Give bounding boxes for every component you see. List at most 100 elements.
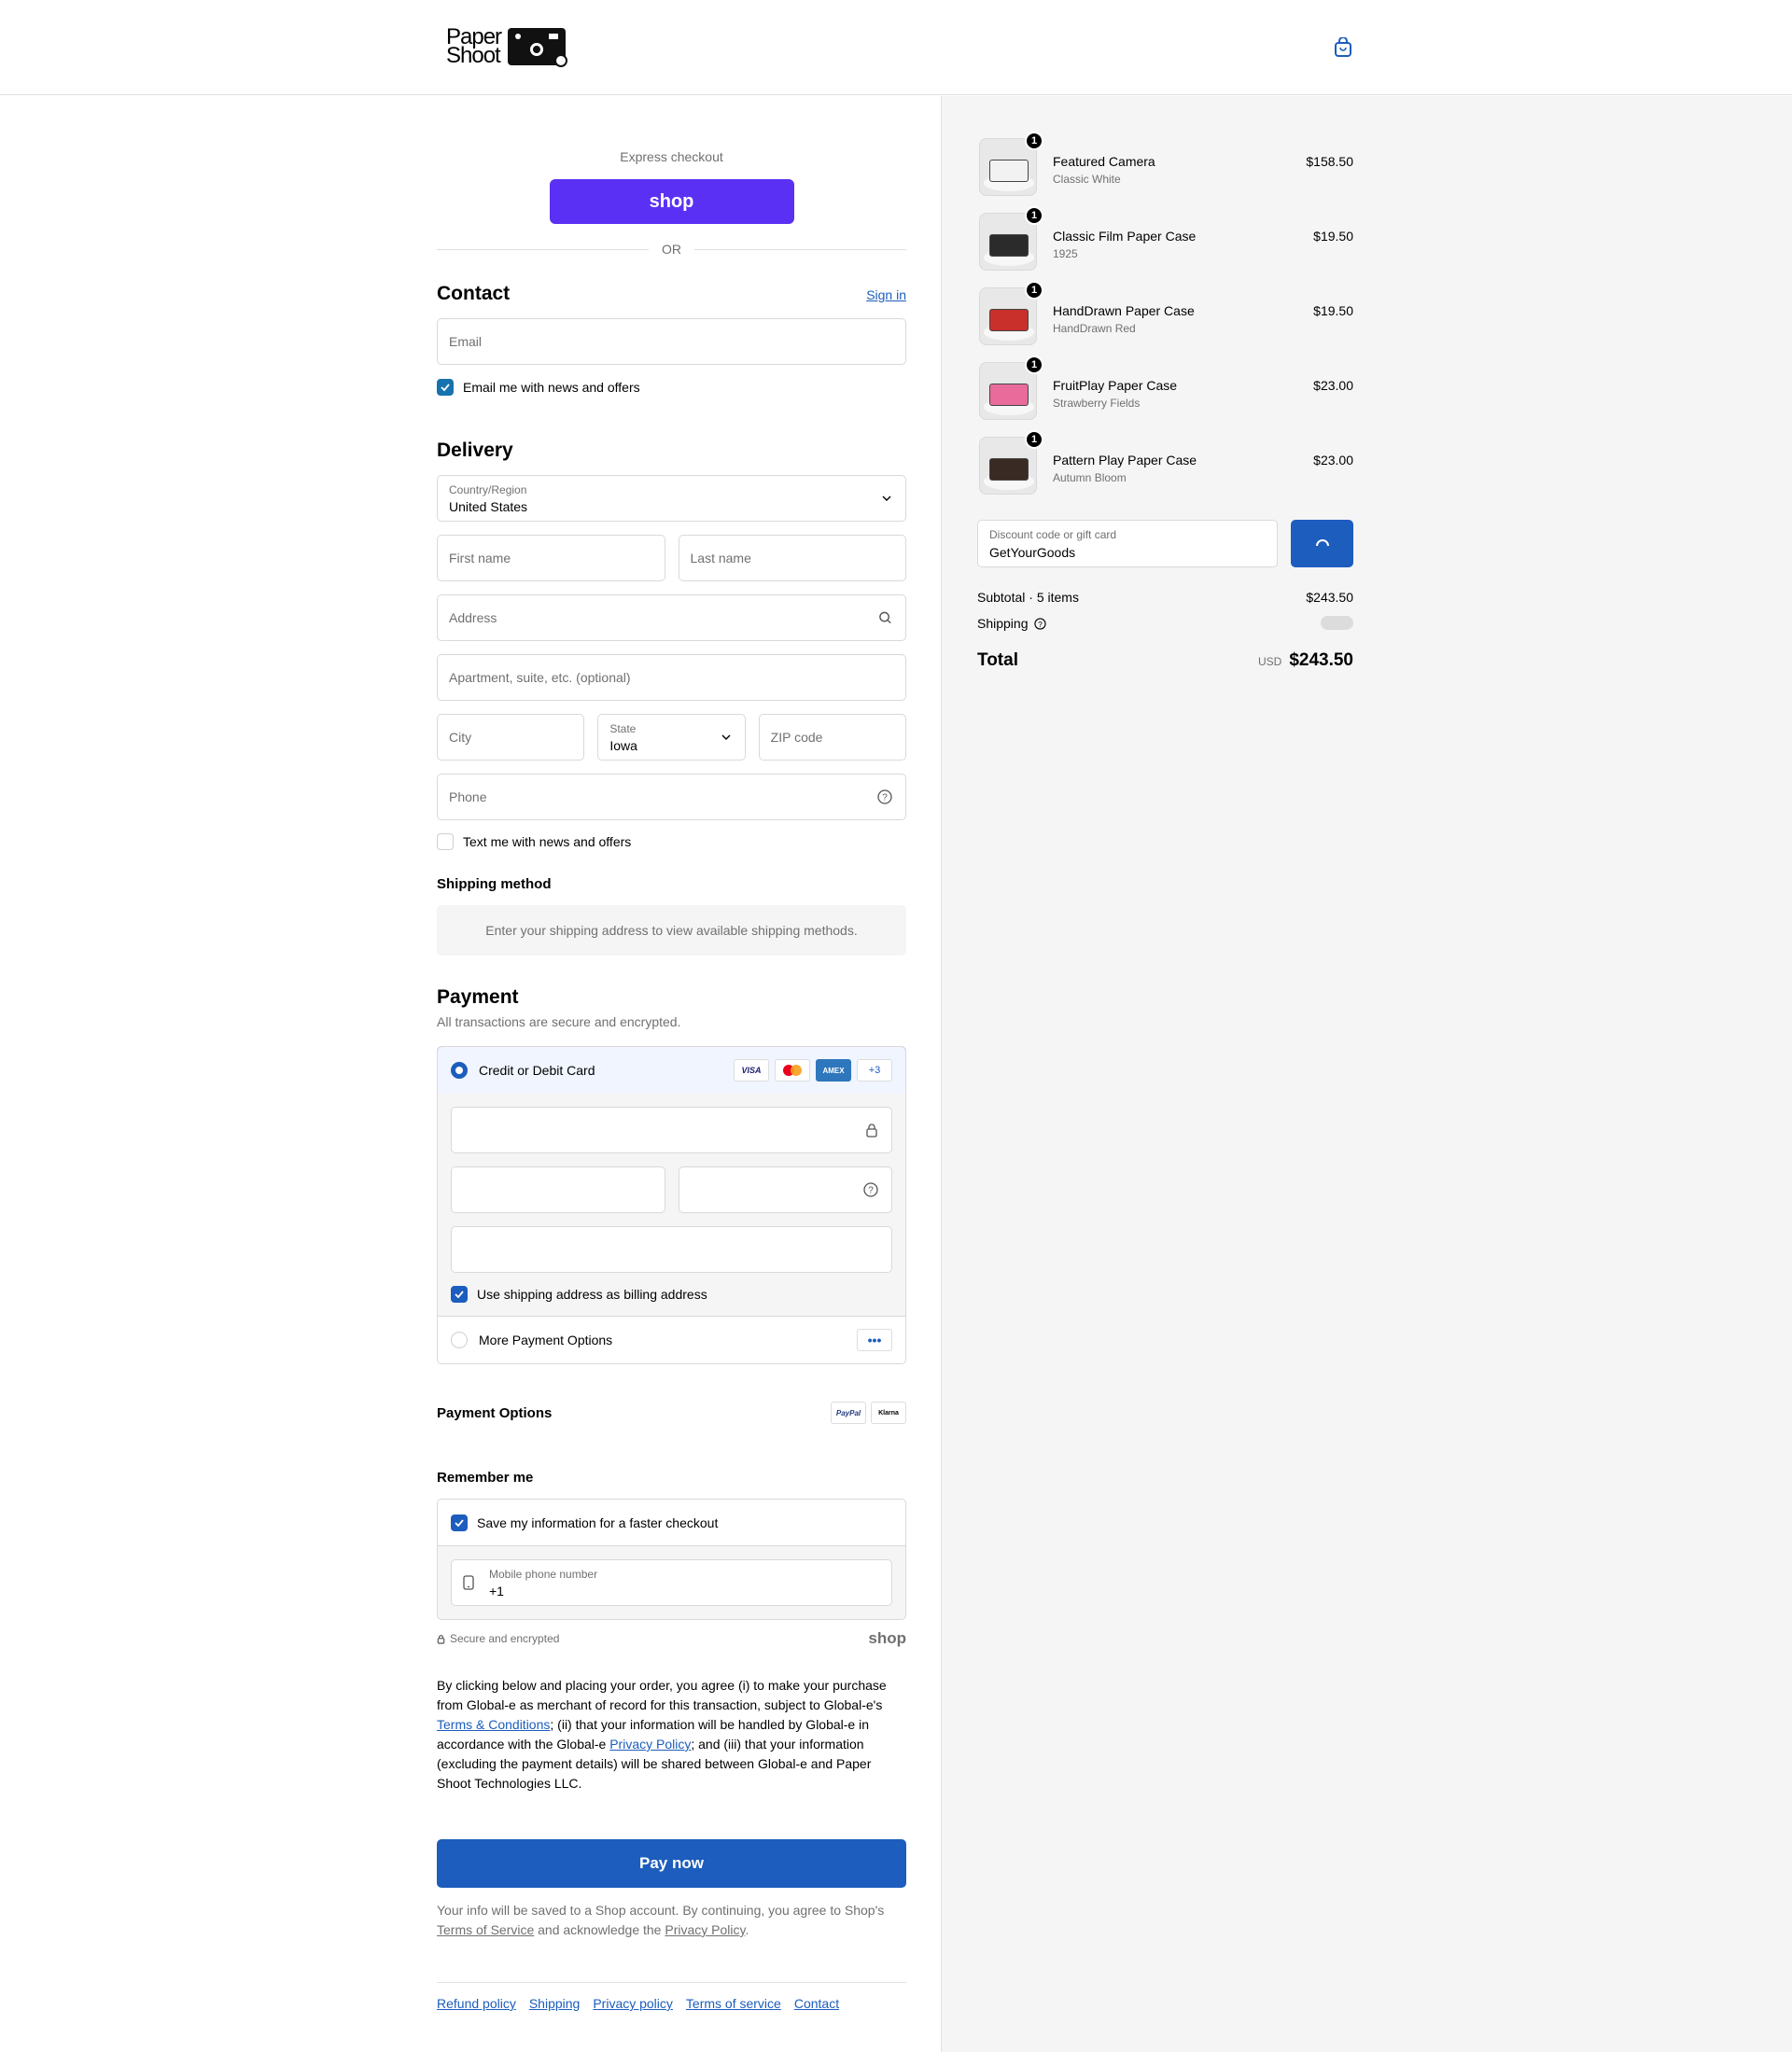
or-divider: OR xyxy=(437,242,906,257)
phone-field[interactable]: Phone ? xyxy=(437,774,906,820)
checkout-form: Express checkout shop OR Contact Sign in… xyxy=(437,96,906,2011)
billing-checkbox[interactable] xyxy=(451,1286,468,1303)
help-circle-icon[interactable]: ? xyxy=(863,1182,878,1197)
mobile-phone-icon xyxy=(463,1575,474,1590)
product-variant: 1925 xyxy=(1053,247,1078,260)
city-placeholder: City xyxy=(449,730,472,745)
paper-shoot-logo[interactable]: Paper Shoot xyxy=(446,24,567,68)
last-name-field[interactable]: Last name xyxy=(678,535,906,581)
sms-checkbox[interactable] xyxy=(437,833,454,850)
first-name-placeholder: First name xyxy=(449,551,511,565)
card-payment-option[interactable]: Credit or Debit Card VISA AMEX +3 xyxy=(438,1047,905,1095)
cardholder-name-field[interactable] xyxy=(451,1226,892,1273)
product-camera-icon xyxy=(989,160,1029,182)
help-circle-icon[interactable]: ? xyxy=(1033,617,1046,630)
lock-icon xyxy=(866,1124,877,1138)
logo-text: Paper Shoot xyxy=(446,24,502,68)
footer-contact[interactable]: Contact xyxy=(794,1996,839,2011)
legal-part1: By clicking below and placing your order… xyxy=(437,1678,887,1712)
shop-pay-button[interactable]: shop xyxy=(549,179,794,224)
card-option-label: Credit or Debit Card xyxy=(479,1063,595,1078)
footer-shipping[interactable]: Shipping xyxy=(529,1996,581,2011)
payment-title: Payment xyxy=(437,986,519,1008)
sms-checkbox-row[interactable]: Text me with news and offers xyxy=(437,833,906,850)
svg-text:?: ? xyxy=(882,793,888,803)
newsletter-checkbox[interactable] xyxy=(437,379,454,396)
country-select[interactable]: Country/Region United States xyxy=(437,475,906,522)
chevron-down-icon xyxy=(882,496,891,501)
search-icon xyxy=(879,611,891,624)
contact-header: Contact Sign in xyxy=(437,283,906,305)
quantity-badge: 1 xyxy=(1025,206,1043,225)
global-e-privacy-link[interactable]: Privacy Policy xyxy=(609,1737,691,1752)
total-value: $243.50 xyxy=(1289,650,1353,670)
discount-field[interactable]: Discount code or gift card GetYourGoods xyxy=(977,520,1278,567)
save-info-checkbox[interactable] xyxy=(451,1514,468,1531)
zip-field[interactable]: ZIP code xyxy=(758,714,906,761)
apartment-placeholder: Apartment, suite, etc. (optional) xyxy=(449,670,631,685)
product-variant: Strawberry Fields xyxy=(1053,397,1141,410)
klarna-icon: Klarna xyxy=(871,1402,906,1424)
footer-refund-policy[interactable]: Refund policy xyxy=(437,1996,516,2011)
newsletter-checkbox-row[interactable]: Email me with news and offers xyxy=(437,379,906,396)
product-camera-icon xyxy=(989,384,1029,406)
save-info-row[interactable]: Save my information for a faster checkou… xyxy=(438,1500,905,1546)
line-item: 1 Featured Camera Classic White $158.50 xyxy=(976,132,1353,198)
product-variant: HandDrawn Red xyxy=(1053,322,1136,335)
more-payment-radio[interactable] xyxy=(451,1332,468,1348)
first-name-field[interactable]: First name xyxy=(437,535,665,581)
product-name: Featured Camera xyxy=(1053,154,1155,169)
email-field[interactable]: Email xyxy=(437,318,906,365)
state-select[interactable]: State Iowa xyxy=(597,714,746,761)
phone-placeholder: Phone xyxy=(449,789,487,804)
amex-icon: AMEX xyxy=(816,1059,851,1082)
state-label: State xyxy=(609,721,637,735)
shopping-bag-icon[interactable] xyxy=(1334,37,1352,58)
card-number-field[interactable] xyxy=(451,1107,892,1153)
shop-privacy-link[interactable]: Privacy Policy xyxy=(665,1922,745,1937)
mobile-value: +1 xyxy=(489,1583,504,1598)
remember-me-title: Remember me xyxy=(437,1470,534,1486)
more-payment-label: More Payment Options xyxy=(479,1333,613,1347)
product-name: Pattern Play Paper Case xyxy=(1053,453,1197,468)
country-label: Country/Region xyxy=(449,482,527,496)
footer-privacy-policy[interactable]: Privacy policy xyxy=(593,1996,673,2011)
billing-checkbox-row[interactable]: Use shipping address as billing address xyxy=(451,1286,892,1303)
product-variant: Autumn Bloom xyxy=(1053,471,1127,484)
country-value: United States xyxy=(449,498,528,514)
product-price: $23.00 xyxy=(1313,378,1353,393)
apartment-field[interactable]: Apartment, suite, etc. (optional) xyxy=(437,654,906,701)
security-code-field[interactable]: ? xyxy=(678,1166,892,1213)
quantity-badge: 1 xyxy=(1025,356,1043,374)
expiry-field[interactable] xyxy=(451,1166,665,1213)
sms-label: Text me with news and offers xyxy=(463,834,632,849)
product-price: $23.00 xyxy=(1313,453,1353,468)
card-radio[interactable] xyxy=(451,1062,468,1079)
help-circle-icon[interactable]: ? xyxy=(877,789,892,804)
product-camera-icon xyxy=(989,458,1029,481)
chevron-down-icon xyxy=(721,734,731,740)
shop-notice-part1: Your info will be saved to a Shop accoun… xyxy=(437,1903,885,1918)
pay-now-button[interactable]: Pay now xyxy=(437,1839,906,1888)
footer-terms-of-service[interactable]: Terms of service xyxy=(686,1996,781,2011)
terms-link[interactable]: Terms & Conditions xyxy=(437,1717,550,1732)
shop-notice: Your info will be saved to a Shop accoun… xyxy=(437,1901,906,1940)
city-field[interactable]: City xyxy=(437,714,585,761)
paypal-icon: PayPal xyxy=(831,1402,866,1424)
legal-text: By clicking below and placing your order… xyxy=(437,1676,906,1794)
email-placeholder: Email xyxy=(449,334,483,349)
product-price: $158.50 xyxy=(1306,154,1353,169)
mobile-phone-field[interactable]: Mobile phone number +1 xyxy=(451,1559,892,1606)
apply-discount-button[interactable] xyxy=(1291,520,1353,567)
shipping-value-placeholder xyxy=(1321,616,1353,630)
more-cards-badge: +3 xyxy=(857,1059,892,1082)
more-payment-option[interactable]: More Payment Options ••• xyxy=(438,1317,905,1363)
sign-in-link[interactable]: Sign in xyxy=(866,287,906,302)
currency-code: USD xyxy=(1257,655,1282,668)
loading-spinner-icon xyxy=(1315,538,1329,546)
address-field[interactable]: Address xyxy=(437,594,906,641)
shop-tos-link[interactable]: Terms of Service xyxy=(437,1922,534,1937)
product-name: Classic Film Paper Case xyxy=(1053,229,1197,244)
zip-placeholder: ZIP code xyxy=(770,730,823,745)
payment-methods: Credit or Debit Card VISA AMEX +3 ? Use … xyxy=(437,1046,906,1364)
